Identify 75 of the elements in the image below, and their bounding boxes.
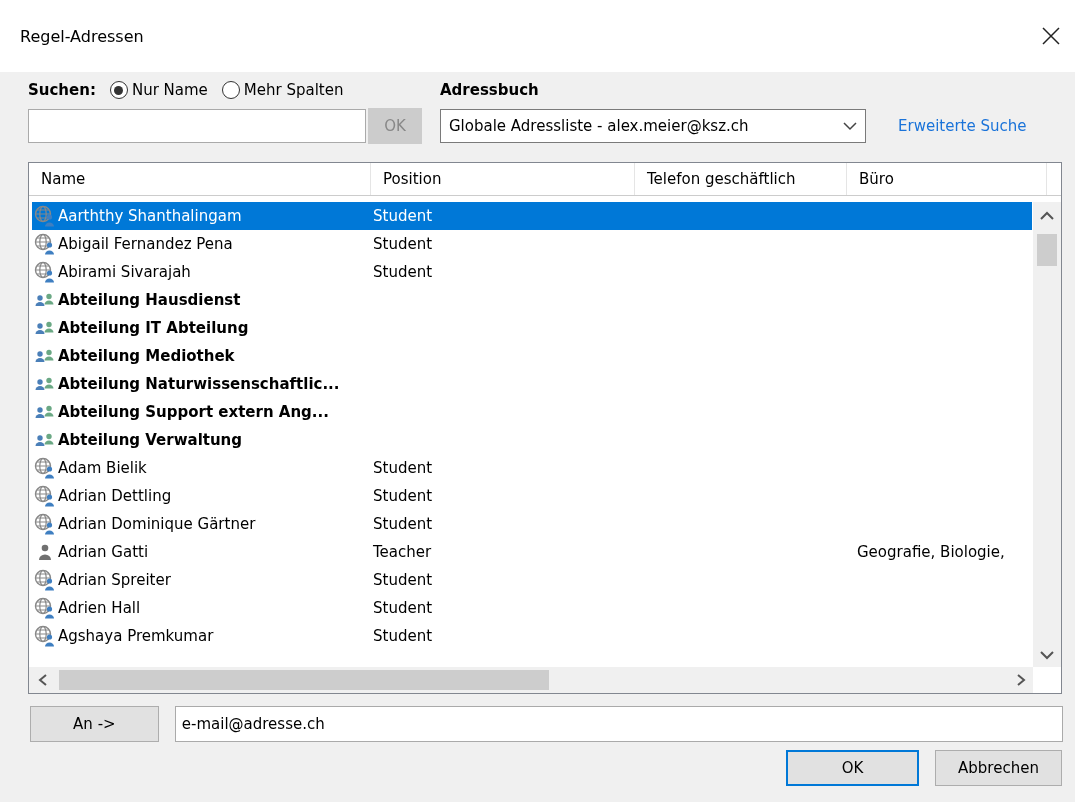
position-text: Student	[373, 263, 433, 281]
address-book-dropdown[interactable]: Globale Adressliste - alex.meier@ksz.ch	[440, 109, 866, 143]
globe-user-icon	[34, 485, 56, 507]
position-text: Student	[373, 487, 433, 505]
contact-row[interactable]: Abteilung IT Abteilung	[32, 314, 1032, 342]
contact-name: Aarththy Shanthalingam	[58, 207, 242, 225]
contact-name: Abteilung Naturwissenschaftlic...	[58, 375, 340, 393]
column-header[interactable]: Telefon geschäftlich	[635, 163, 847, 195]
contact-row[interactable]: Abteilung Support extern Ang...	[32, 398, 1032, 426]
contact-row[interactable]: Abteilung Hausdienst	[32, 286, 1032, 314]
position-text: Student	[373, 515, 433, 533]
position-text: Student	[373, 599, 433, 617]
position-text: Student	[373, 571, 433, 589]
contact-name: Adrian Dominique Gärtner	[58, 515, 256, 533]
contact-name: Adrian Dettling	[58, 487, 172, 505]
advanced-search-link[interactable]: Erweiterte Suche	[898, 117, 1027, 135]
radio-button[interactable]: Mehr Spalten	[221, 81, 344, 99]
search-label: Suchen:	[28, 81, 96, 99]
contact-name: Agshaya Premkumar	[58, 627, 214, 645]
position-text: Teacher	[373, 543, 432, 561]
radio-button[interactable]: Nur Name	[109, 81, 208, 99]
globe-user-icon	[34, 457, 56, 479]
contact-row[interactable]: Abigail Fernandez Pena Student	[32, 230, 1032, 258]
scrollbar-thumb[interactable]	[59, 670, 549, 690]
contact-row[interactable]: Agshaya Premkumar Student	[32, 622, 1032, 650]
position-text: Student	[373, 235, 433, 253]
contact-name: Abteilung Hausdienst	[58, 291, 241, 309]
contact-name: Abirami Sivarajah	[58, 263, 191, 281]
globe-user-icon	[34, 233, 56, 255]
position-text: Student	[373, 459, 433, 477]
scroll-up-icon[interactable]	[1040, 210, 1054, 222]
globe-user-icon	[34, 261, 56, 283]
contact-row[interactable]: Adrien Hall Student	[32, 594, 1032, 622]
globe-user-icon	[34, 597, 56, 619]
column-header[interactable]: Position	[371, 163, 635, 195]
contact-row[interactable]: Adrian Spreiter Student	[32, 566, 1032, 594]
contact-name: Abteilung Verwaltung	[58, 431, 243, 449]
globe-user-icon	[34, 513, 56, 535]
contact-row[interactable]: Abteilung Mediothek	[32, 342, 1032, 370]
contact-name: Abteilung Support extern Ang...	[58, 403, 329, 421]
to-button[interactable]: An ->	[30, 706, 159, 742]
scrollbar-thumb[interactable]	[1037, 234, 1057, 266]
column-header[interactable]: Büro	[847, 163, 1047, 195]
vertical-scrollbar[interactable]	[1033, 202, 1061, 667]
contact-row[interactable]: Adrian Dominique Gärtner Student	[32, 510, 1032, 538]
contact-name: Adrian Gatti	[58, 543, 149, 561]
position-text: Student	[373, 207, 433, 225]
contact-row[interactable]: Abteilung Naturwissenschaftlic...	[32, 370, 1032, 398]
globe-user-icon	[34, 205, 56, 227]
address-book-label: Adressbuch	[440, 81, 539, 99]
email-field[interactable]: e-mail@adresse.ch	[174, 706, 1063, 742]
contact-row[interactable]: Aarththy Shanthalingam Student	[32, 202, 1032, 230]
office-text: Geografie, Biologie,	[857, 543, 1005, 561]
horizontal-scrollbar[interactable]	[29, 667, 1033, 693]
contact-name: Adrien Hall	[58, 599, 141, 617]
contact-name: Adrian Spreiter	[58, 571, 171, 589]
contact-row[interactable]: Adam Bielik Student	[32, 454, 1032, 482]
contact-name: Abigail Fernandez Pena	[58, 235, 233, 253]
contact-name: Adam Bielik	[58, 459, 147, 477]
contact-row[interactable]: Abteilung Verwaltung	[32, 426, 1032, 454]
column-header[interactable]: Name	[29, 163, 371, 195]
scroll-down-icon[interactable]	[1040, 649, 1054, 661]
contact-name: Abteilung IT Abteilung	[58, 319, 249, 337]
globe-user-icon	[34, 625, 56, 647]
position-text: Student	[373, 627, 433, 645]
globe-user-icon	[34, 569, 56, 591]
window-title: Regel-Adressen	[20, 26, 144, 46]
dialog-button[interactable]: Abbrechen	[935, 750, 1062, 786]
contact-row[interactable]: Abirami Sivarajah Student	[32, 258, 1032, 286]
chevron-down-icon[interactable]	[843, 121, 857, 131]
dialog-button[interactable]: OK	[786, 750, 919, 786]
contact-row[interactable]: Adrian Dettling Student	[32, 482, 1032, 510]
contact-name: Abteilung Mediothek	[58, 347, 235, 365]
search-field[interactable]	[28, 109, 366, 143]
contact-row[interactable]: Adrian Gatti Teacher Geografie, Biologie,	[32, 538, 1032, 566]
